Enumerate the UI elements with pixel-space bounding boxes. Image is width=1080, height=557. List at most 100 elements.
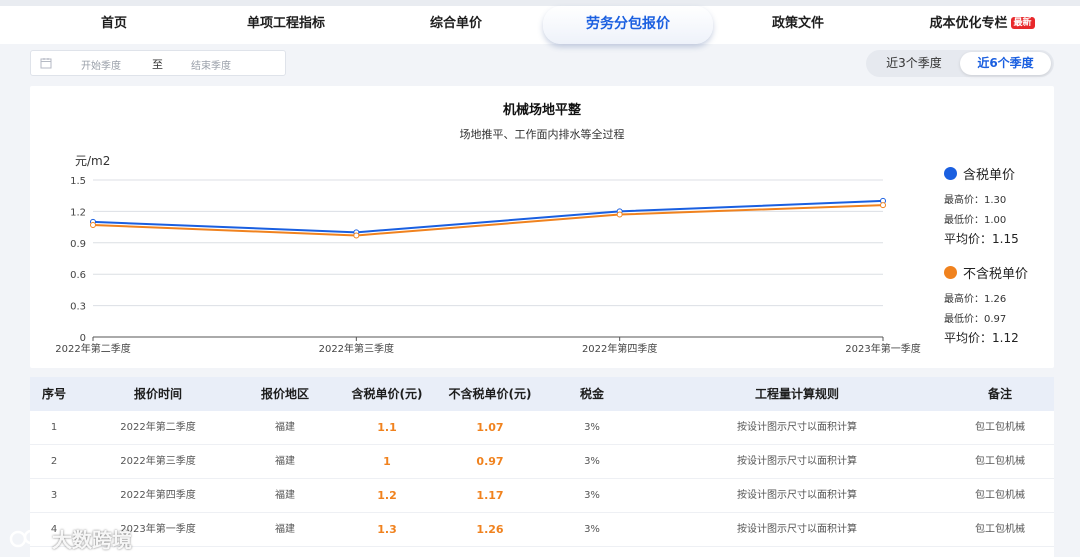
legend-tax-inclusive-max: 最高价：1.30	[944, 191, 1006, 206]
y-tick-label: 0	[80, 333, 86, 344]
nav-home-label: 首页	[100, 16, 127, 31]
nav-item-cost-optimization[interactable]: 成本优化专栏 最新	[924, 6, 1040, 44]
y-tick-label: 1.2	[70, 207, 86, 218]
col-header-tax: 税金	[579, 387, 604, 401]
nav-policy-files-label: 政策文件	[771, 16, 824, 31]
cell-tax-exclusive: 0.97	[476, 455, 504, 468]
toggle-last-6-quarters[interactable]: 近6个季度	[960, 52, 1051, 75]
data-point	[353, 232, 360, 239]
cell-quote-time: 2022年第二季度	[120, 422, 196, 433]
x-tick-label: 2023年第一季度	[845, 342, 920, 355]
col-header-tax-inclusive: 含税单价(元)	[351, 387, 423, 401]
table-row: 4 2023年第一季度 福建 1.3 1.26 3% 按设计图示尺寸以面积计算 包工包机械	[30, 513, 1054, 547]
cell-tax-inclusive: 1.1	[377, 421, 397, 434]
cell-remark: 包工包机械	[975, 490, 1025, 501]
cell-tax-inclusive: 1	[383, 455, 391, 468]
col-header-region: 报价地区	[260, 387, 309, 401]
nav-item-home[interactable]: 首页	[84, 6, 144, 44]
col-header-remark: 备注	[987, 387, 1012, 401]
cell-remark: 包工包机械	[975, 456, 1025, 467]
nav-item-project-indicators[interactable]: 单项工程指标	[236, 6, 336, 44]
legend-tax-exclusive-name: 不含税单价	[963, 267, 1029, 282]
legend-tax-inclusive-avg: 平均价：1.15	[944, 230, 1019, 247]
nav-item-labor-subcontract[interactable]: 劳务分包报价	[543, 6, 713, 44]
nav-project-indicators-label: 单项工程指标	[246, 16, 325, 31]
legend-dot-orange-icon	[944, 266, 957, 279]
table-row: 2 2022年第三季度 福建 1 0.97 3% 按设计图示尺寸以面积计算 包工包机械	[30, 445, 1054, 479]
x-tick-label: 2022年第三季度	[319, 342, 394, 355]
col-header-tax-exclusive: 不含税单价(元)	[448, 387, 532, 401]
legend-tax-inclusive-header: 含税单价	[944, 164, 1015, 183]
cell-index: 2	[50, 456, 58, 467]
cell-tax-exclusive: 1.17	[476, 489, 504, 502]
series-line-0	[92, 199, 884, 234]
end-quarter-input[interactable]: 结束季度	[191, 57, 241, 72]
data-point	[616, 211, 623, 218]
cell-tax-exclusive: 1.26	[476, 523, 504, 536]
start-quarter-input[interactable]: 开始季度	[81, 57, 131, 72]
range-separator: 至	[152, 58, 163, 71]
price-trend-chart-card: 机械场地平整 场地推平、工作面内排水等全过程 元/m2 0 0.3 0.6 0.9 1.2…	[30, 86, 1054, 368]
y-tick-label: 1.5	[70, 176, 86, 187]
new-badge: 最新	[1010, 17, 1035, 29]
max-label: 最高价：	[944, 195, 984, 206]
calendar-icon	[40, 58, 52, 69]
nav-item-unit-price[interactable]: 综合单价	[420, 6, 492, 44]
max-value: 1.26	[984, 294, 1007, 305]
cell-tax: 3%	[584, 524, 600, 535]
nav-cost-optimization-label: 成本优化专栏	[929, 16, 1008, 31]
legend-tax-exclusive-header: 不含税单价	[944, 263, 1028, 282]
legend-dot-blue-icon	[944, 167, 957, 180]
table-header: 序号 报价时间 报价地区 含税单价(元) 不含税单价(元) 税金 工程量计算规则…	[30, 377, 1054, 411]
line-chart: 元/m2 0 0.3 0.6 0.9 1.2 1.5 2022年第二季度 2022年第三季度 20…	[55, 154, 920, 355]
series-line-1	[92, 204, 884, 237]
legend-tax-inclusive-min: 最低价：1.00	[944, 211, 1006, 226]
avg-value: 1.12	[992, 331, 1019, 345]
avg-label: 平均价：	[944, 232, 993, 246]
x-tick-label: 2022年第四季度	[582, 342, 657, 355]
cell-region: 福建	[275, 422, 295, 433]
cell-region: 福建	[275, 456, 295, 467]
min-value: 0.97	[984, 314, 1007, 325]
legend-tax-exclusive[interactable]: 不含税单价 最高价：1.26 最低价：0.97 平均价：1.12	[944, 263, 1054, 353]
col-header-index: 序号	[41, 387, 66, 401]
cell-index: 1	[50, 422, 58, 433]
y-tick-label: 0.9	[70, 239, 86, 250]
nav-item-policy-files[interactable]: 政策文件	[762, 6, 834, 44]
x-tick-label: 2022年第二季度	[55, 342, 130, 355]
cell-tax: 3%	[584, 490, 600, 501]
cell-quote-time: 2022年第三季度	[120, 456, 196, 467]
min-label: 最低价：	[944, 215, 984, 226]
legend-tax-exclusive-max: 最高价：1.26	[944, 290, 1006, 305]
cell-calc-rule: 按设计图示尺寸以面积计算	[737, 422, 857, 433]
toggle-last-3-quarters[interactable]: 近3个季度	[870, 52, 958, 75]
table-row: 3 2022年第四季度 福建 1.2 1.17 3% 按设计图示尺寸以面积计算 包工包机械	[30, 479, 1054, 513]
cell-region: 福建	[275, 490, 295, 501]
y-axis-unit-label: 元/m2	[75, 154, 110, 168]
main-nav: 首页 单项工程指标 综合单价 劳务分包报价 政策文件 成本优化专栏 最新	[0, 6, 1080, 44]
cell-tax-inclusive: 1.3	[377, 523, 397, 536]
nav-unit-price-label: 综合单价	[429, 16, 482, 31]
cell-quote-time: 2022年第四季度	[120, 490, 196, 501]
cell-remark: 包工包机械	[975, 422, 1025, 433]
legend-tax-inclusive[interactable]: 含税单价 最高价：1.30 最低价：1.00 平均价：1.15	[944, 164, 1054, 254]
col-header-quote-time: 报价时间	[133, 387, 182, 401]
cell-calc-rule: 按设计图示尺寸以面积计算	[737, 456, 857, 467]
y-tick-label: 0.3	[70, 302, 86, 313]
cell-calc-rule: 按设计图示尺寸以面积计算	[737, 490, 857, 501]
min-value: 1.00	[984, 215, 1007, 226]
watermark-logo-icon	[9, 528, 48, 548]
cell-calc-rule: 按设计图示尺寸以面积计算	[737, 524, 857, 535]
avg-value: 1.15	[992, 232, 1019, 246]
legend-tax-inclusive-name: 含税单价	[963, 168, 1016, 183]
cell-tax: 3%	[584, 456, 600, 467]
watermark: 大数跨境	[8, 524, 132, 552]
data-point	[880, 202, 886, 209]
cell-index: 3	[50, 490, 58, 501]
max-value: 1.30	[984, 195, 1007, 206]
nav-labor-subcontract-label: 劳务分包报价	[586, 16, 670, 32]
max-label: 最高价：	[944, 294, 984, 305]
quarter-range-picker[interactable]: 开始季度 至 结束季度	[30, 50, 286, 76]
cell-remark: 包工包机械	[975, 524, 1025, 535]
table-row: 1 2022年第二季度 福建 1.1 1.07 3% 按设计图示尺寸以面积计算 包工包机械	[30, 411, 1054, 445]
